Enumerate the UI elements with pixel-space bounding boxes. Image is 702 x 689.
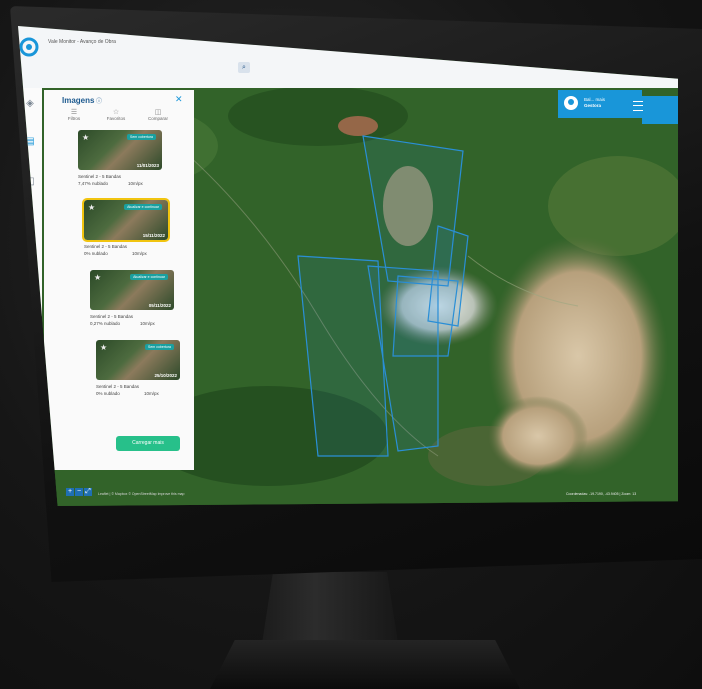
screen: Vale Monitor - Avanço de Obra ⌕ Bal... m… xyxy=(18,26,678,506)
image-sensor: Sentinel 2 - 5 Bandas xyxy=(78,174,122,179)
hamburger-menu-icon[interactable] xyxy=(633,101,643,111)
image-sensor: Sentinel 2 - 5 Bandas xyxy=(96,384,140,389)
compare-icon: ◫ xyxy=(154,109,162,116)
status-badge: Atualizar e continuar xyxy=(124,204,162,210)
star-icon[interactable]: ★ xyxy=(88,203,95,212)
tab-label: Favoritos xyxy=(106,116,126,121)
star-icon: ☆ xyxy=(112,109,120,116)
map-coordinates: Coordenadas: -19.7190, -43.9405 | Zoom: … xyxy=(566,492,637,496)
user-menu[interactable]: Bal... mais Gestora xyxy=(558,90,642,118)
zoom-controls: + − ⤢ xyxy=(66,480,96,496)
image-clouds: 7,47% nublado xyxy=(78,181,109,186)
panel-title: Imagens xyxy=(62,96,95,105)
app-title: Vale Monitor - Avanço de Obra xyxy=(48,39,116,45)
user-name: Bal... mais xyxy=(584,97,606,102)
header-accent-bar xyxy=(642,96,678,124)
image-clouds: 0,27% nublado xyxy=(90,321,121,326)
image-date: 25/10/2022 xyxy=(154,373,177,378)
star-icon[interactable]: ★ xyxy=(100,343,107,352)
star-icon[interactable]: ★ xyxy=(82,133,89,142)
search-icon: ⌕ xyxy=(242,64,246,71)
tab-label: Comparar xyxy=(147,116,168,121)
image-thumbnail[interactable]: ★ Atualizar e continuar 15/11/2022 xyxy=(82,198,170,242)
tab-comparar[interactable]: ◫ Comparar xyxy=(142,108,174,121)
load-more-button[interactable]: Carregar mais xyxy=(116,436,180,451)
monitor: Vale Monitor - Avanço de Obra ⌕ Bal... m… xyxy=(0,0,702,689)
image-resolution: 10m/px xyxy=(140,321,155,326)
avatar-icon xyxy=(564,96,578,110)
image-resolution: 10m/px xyxy=(144,391,159,396)
app-logo-icon xyxy=(19,37,39,57)
search-button[interactable]: ⌕ xyxy=(238,62,250,73)
image-date: 05/11/2022 xyxy=(148,303,171,308)
tab-label: Filtros xyxy=(67,116,81,121)
image-thumbnail[interactable]: ★ Sem cobertura 11/01/2023 xyxy=(78,130,162,170)
star-icon[interactable]: ★ xyxy=(94,273,101,282)
image-clouds: 0% nublado xyxy=(84,251,108,256)
fullscreen-button[interactable]: ⤢ xyxy=(84,488,92,496)
image-resolution: 10m/px xyxy=(128,181,143,186)
image-clouds: 0% nublado xyxy=(96,391,120,396)
user-role: Gestora xyxy=(584,103,602,108)
status-badge: Sem cobertura xyxy=(145,344,174,350)
image-thumbnail[interactable]: ★ Atualizar e continuar 05/11/2022 xyxy=(90,270,174,310)
image-thumbnail[interactable]: ★ Sem cobertura 25/10/2022 xyxy=(96,340,180,380)
zoom-in-button[interactable]: + xyxy=(66,488,74,496)
map-attribution[interactable]: Leaflet | © Mapbox © OpenStreetMap Impro… xyxy=(98,492,184,496)
monitor-stand-base xyxy=(210,640,520,689)
image-resolution: 10m/px xyxy=(132,251,147,256)
image-sensor: Sentinel 2 - 5 Bandas xyxy=(90,314,134,319)
status-badge: Sem cobertura xyxy=(127,134,156,140)
zoom-out-button[interactable]: − xyxy=(75,488,83,496)
layers-icon[interactable]: ◈ xyxy=(24,98,36,110)
tab-filtros[interactable]: ☰ Filtros xyxy=(58,108,90,121)
status-badge: Atualizar e continuar xyxy=(130,274,168,280)
tab-favoritos[interactable]: ☆ Favoritos xyxy=(100,108,132,121)
image-date: 11/01/2023 xyxy=(136,163,159,168)
filter-icon: ☰ xyxy=(70,109,78,116)
images-panel: Imagens ⓘ ✕ ☰ Filtros ☆ Favoritos ◫ Comp… xyxy=(44,90,194,470)
image-sensor: Sentinel 2 - 5 Bandas xyxy=(84,244,128,249)
image-date: 15/11/2022 xyxy=(142,233,165,238)
info-icon[interactable]: ⓘ xyxy=(96,96,102,105)
close-icon[interactable]: ✕ xyxy=(175,94,183,105)
